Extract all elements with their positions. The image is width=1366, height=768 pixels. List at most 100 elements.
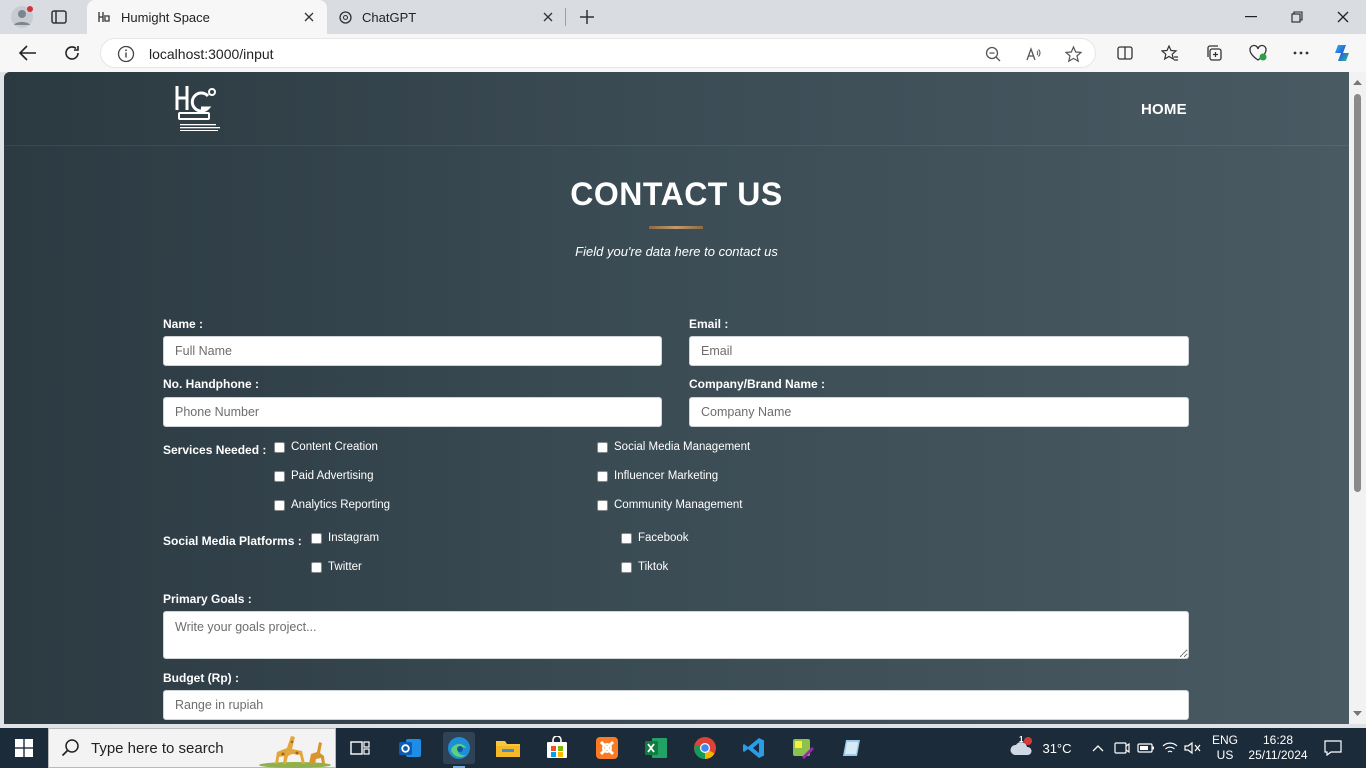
tab-humight-space[interactable]: Humight Space — [87, 0, 327, 34]
checkbox-label: Tiktok — [638, 561, 669, 573]
checkbox-label: Paid Advertising — [291, 470, 374, 482]
tab-separator — [565, 8, 566, 26]
phone-field[interactable] — [163, 397, 662, 427]
browser-essentials-icon[interactable] — [1247, 42, 1269, 64]
service-analytics-reporting[interactable]: Analytics Reporting — [274, 499, 390, 511]
platform-instagram[interactable]: Instagram — [311, 532, 379, 544]
page-scrollbar[interactable] — [1349, 72, 1366, 724]
close-tab-icon[interactable] — [538, 7, 558, 27]
nav-home-link[interactable]: HOME — [1141, 101, 1187, 118]
file-explorer-icon[interactable] — [492, 732, 524, 764]
platforms-label: Social Media Platforms : — [163, 534, 302, 548]
language-indicator[interactable]: ENG US — [1206, 728, 1244, 768]
checkbox[interactable] — [274, 470, 285, 482]
scroll-down-icon[interactable] — [1353, 709, 1362, 718]
battery-icon[interactable] — [1136, 728, 1156, 768]
tab-actions-icon[interactable] — [50, 8, 68, 26]
favorites-icon[interactable] — [1159, 42, 1181, 64]
checkbox-label: Facebook — [638, 532, 689, 544]
show-hidden-icons-icon[interactable] — [1090, 728, 1106, 768]
checkbox[interactable] — [597, 499, 608, 511]
scrollbar-thumb[interactable] — [1354, 94, 1361, 492]
copilot-icon[interactable] — [1332, 42, 1354, 64]
budget-field[interactable] — [163, 690, 1189, 720]
scroll-up-icon[interactable] — [1353, 78, 1362, 87]
collections-icon[interactable] — [1203, 42, 1225, 64]
humight-logo[interactable] — [172, 82, 224, 134]
restore-icon[interactable] — [1274, 0, 1320, 34]
page-viewport: HOME CONTACT US Field you're data here t… — [4, 72, 1349, 724]
favorite-star-icon[interactable] — [1063, 44, 1083, 64]
checkbox-label: Community Management — [614, 499, 743, 511]
clock-date: 25/11/2024 — [1248, 748, 1308, 762]
goals-label: Primary Goals : — [163, 592, 252, 606]
service-community-management[interactable]: Community Management — [597, 499, 742, 511]
address-bar[interactable]: localhost:3000/input — [100, 38, 1096, 68]
checkbox[interactable] — [311, 561, 322, 573]
service-content-creation[interactable]: Content Creation — [274, 441, 378, 453]
checkbox[interactable] — [597, 470, 608, 482]
weather-widget[interactable]: 1 31°C — [1004, 728, 1078, 768]
vscode-icon[interactable] — [738, 732, 770, 764]
checkbox[interactable] — [621, 561, 632, 573]
service-influencer-marketing[interactable]: Influencer Marketing — [597, 470, 718, 482]
checkbox[interactable] — [274, 441, 285, 453]
more-options-icon[interactable] — [1290, 42, 1312, 64]
page-subtitle: Field you're data here to contact us — [575, 244, 778, 259]
app-notes-icon[interactable] — [836, 732, 868, 764]
search-icon — [61, 739, 79, 757]
wifi-icon[interactable] — [1160, 728, 1180, 768]
platform-facebook[interactable]: Facebook — [621, 532, 689, 544]
platform-twitter[interactable]: Twitter — [311, 561, 362, 573]
microsoft-store-icon[interactable] — [541, 732, 573, 764]
new-tab-icon[interactable] — [576, 6, 598, 28]
windows-start-icon[interactable] — [8, 728, 40, 768]
tab-chatgpt[interactable]: ChatGPT — [328, 0, 566, 34]
services-label: Services Needed : — [163, 443, 267, 457]
checkbox[interactable] — [621, 532, 632, 544]
checkbox[interactable] — [597, 441, 608, 453]
taskbar: Type here to search 1 31°C ENG US 16:28 … — [0, 728, 1366, 768]
speaker-muted-icon[interactable] — [1183, 728, 1203, 768]
lang-top: ENG — [1211, 733, 1238, 747]
name-field[interactable] — [163, 336, 662, 366]
edge-icon[interactable] — [443, 732, 475, 768]
service-social-media-management[interactable]: Social Media Management — [597, 441, 750, 453]
close-tab-icon[interactable] — [299, 7, 319, 27]
name-label: Name : — [163, 317, 204, 331]
email-label: Email : — [689, 317, 729, 331]
humight-favicon-icon — [97, 10, 111, 24]
email-field[interactable] — [689, 336, 1189, 366]
read-aloud-icon[interactable] — [1023, 44, 1043, 64]
notifications-icon[interactable] — [1320, 728, 1346, 768]
checkbox[interactable] — [311, 532, 322, 544]
chrome-icon[interactable] — [689, 732, 721, 764]
url-text[interactable]: localhost:3000/input — [149, 46, 274, 62]
platform-tiktok[interactable]: Tiktok — [621, 561, 668, 573]
profile-avatar-icon[interactable] — [10, 5, 34, 29]
app-paint-icon[interactable] — [787, 732, 819, 764]
clock[interactable]: 16:28 25/11/2024 — [1246, 728, 1310, 768]
xampp-icon[interactable] — [591, 732, 623, 764]
phone-label: No. Handphone : — [163, 377, 259, 391]
tab-strip: Humight Space ChatGPT — [0, 0, 1366, 34]
meet-now-icon[interactable] — [1112, 728, 1132, 768]
reload-icon[interactable] — [60, 41, 84, 65]
goals-textarea[interactable] — [163, 611, 1189, 659]
outlook-icon[interactable] — [394, 732, 426, 764]
taskbar-search-box[interactable]: Type here to search — [48, 728, 336, 768]
close-window-icon[interactable] — [1320, 0, 1366, 34]
zoom-out-icon[interactable] — [983, 44, 1003, 64]
checkbox-label: Analytics Reporting — [291, 499, 391, 511]
tab-title: ChatGPT — [362, 9, 417, 25]
checkbox[interactable] — [274, 499, 285, 511]
site-info-icon[interactable] — [117, 45, 135, 63]
task-view-icon[interactable] — [344, 732, 376, 764]
weather-badge: 1 — [1019, 735, 1024, 744]
company-field[interactable] — [689, 397, 1189, 427]
service-paid-advertising[interactable]: Paid Advertising — [274, 470, 373, 482]
minimize-icon[interactable] — [1228, 0, 1274, 34]
excel-icon[interactable] — [640, 732, 672, 764]
back-arrow-icon[interactable] — [16, 41, 40, 65]
split-screen-icon[interactable] — [1114, 42, 1136, 64]
